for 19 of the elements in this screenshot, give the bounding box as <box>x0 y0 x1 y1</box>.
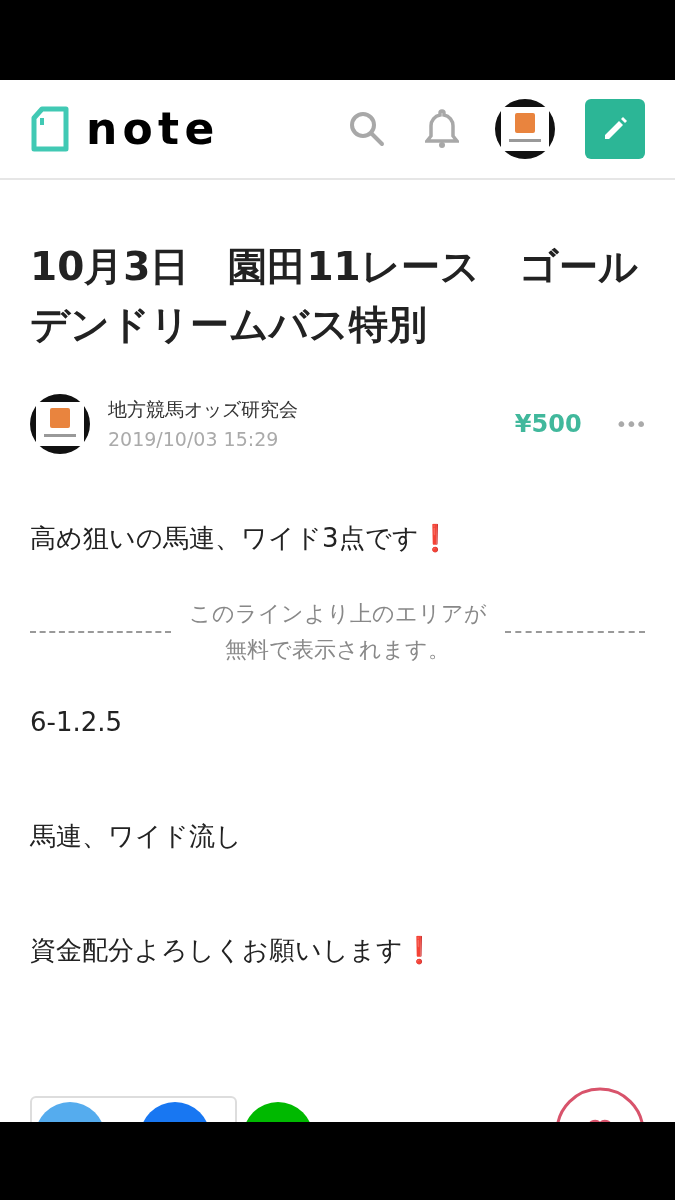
body-text: 馬連、ワイド流し <box>30 820 243 853</box>
logo-text: note <box>86 107 220 151</box>
author-name[interactable]: 地方競馬オッズ研究会 <box>108 394 298 424</box>
avatar-icon[interactable] <box>495 99 555 159</box>
article-title: 10月3日 園田11レース ゴールデンドリームバス特別 <box>30 243 639 349</box>
pencil-icon <box>602 116 628 142</box>
edit-button[interactable] <box>585 99 645 159</box>
publish-date: 2019/10/03 15:29 <box>108 427 280 452</box>
body-text: 6-1.2.5 <box>30 706 124 739</box>
price-label: ¥500 <box>514 409 582 440</box>
notification-bell-icon[interactable] <box>425 109 459 149</box>
paywall-note: このラインより上のエリアが <box>188 600 487 628</box>
paywall-note: 無料で表示されます。 <box>225 636 450 664</box>
body-text: 資金配分よろしくお願いします❗ <box>30 934 436 967</box>
like-icon[interactable] <box>555 1087 645 1122</box>
search-icon[interactable] <box>349 111 385 147</box>
body-text: 高め狙いの馬連、ワイド3点です❗ <box>30 522 452 555</box>
author-avatar-icon[interactable] <box>30 394 90 454</box>
logo-icon <box>30 106 70 152</box>
